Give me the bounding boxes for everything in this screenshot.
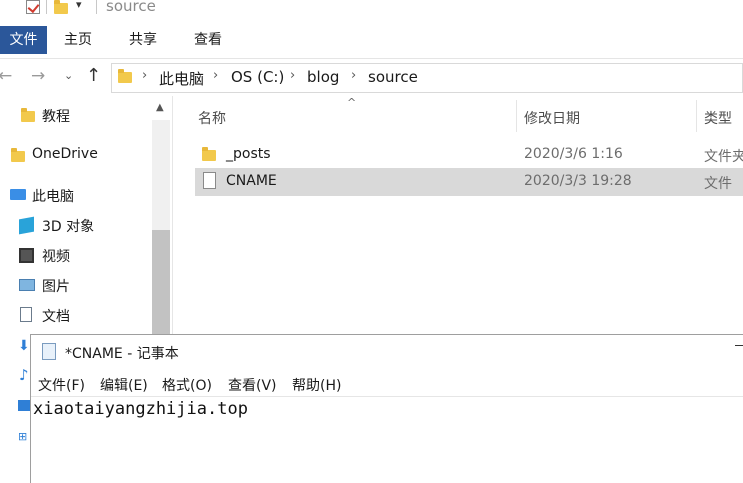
customize-toolbar-icon[interactable]: ▾ bbox=[76, 0, 82, 11]
window-title: source bbox=[106, 0, 156, 15]
menu-format[interactable]: 格式(O) bbox=[162, 375, 212, 395]
address-bar[interactable] bbox=[111, 63, 743, 93]
file-type: 文件夹 bbox=[704, 149, 743, 165]
3d-objects-icon bbox=[19, 216, 34, 235]
menu-file[interactable]: 文件(F) bbox=[38, 375, 85, 395]
scroll-up-arrow-icon[interactable]: ▲ bbox=[156, 102, 164, 113]
column-header-type[interactable]: 类型 bbox=[704, 108, 732, 128]
file-name[interactable]: _posts bbox=[226, 146, 271, 162]
breadcrumb-blog[interactable]: blog bbox=[307, 68, 339, 86]
file-type: 文件 bbox=[704, 176, 732, 192]
column-header-name[interactable]: 名称 bbox=[198, 108, 226, 128]
pictures-icon bbox=[19, 279, 35, 291]
menu-view[interactable]: 查看(V) bbox=[228, 375, 277, 395]
onedrive-folder-icon bbox=[11, 148, 25, 162]
column-divider[interactable] bbox=[696, 100, 697, 132]
file-icon bbox=[203, 172, 216, 189]
breadcrumb-source[interactable]: source bbox=[368, 68, 418, 86]
nav-item-videos[interactable]: 视频 bbox=[42, 246, 70, 266]
nav-item-documents[interactable]: 文档 bbox=[42, 306, 70, 326]
tab-file[interactable]: 文件 bbox=[0, 26, 47, 54]
minimize-button[interactable] bbox=[735, 345, 743, 346]
folder-icon bbox=[118, 69, 132, 83]
chevron-right-icon[interactable]: › bbox=[142, 68, 147, 83]
nav-item-this-pc[interactable]: 此电脑 bbox=[32, 186, 74, 206]
music-icon: ♪ bbox=[19, 366, 29, 384]
tab-share[interactable]: 共享 bbox=[129, 26, 157, 54]
forward-button[interactable]: → bbox=[31, 66, 45, 86]
divider bbox=[96, 0, 97, 14]
table-row-selected[interactable] bbox=[195, 168, 743, 196]
folder-icon bbox=[21, 108, 35, 122]
recent-locations-chevron-icon[interactable]: ⌄ bbox=[64, 69, 73, 82]
tab-home[interactable]: 主页 bbox=[64, 26, 92, 54]
up-button[interactable]: ↑ bbox=[86, 65, 101, 86]
scrollbar-thumb[interactable] bbox=[152, 230, 170, 334]
file-date: 2020/3/6 1:16 bbox=[524, 146, 623, 162]
nav-item-pictures[interactable]: 图片 bbox=[42, 276, 70, 296]
notepad-text-area[interactable]: xiaotaiyangzhijia.top bbox=[33, 399, 248, 419]
column-divider[interactable] bbox=[516, 100, 517, 132]
chevron-right-icon[interactable]: › bbox=[351, 68, 356, 83]
pane-divider bbox=[172, 96, 173, 336]
file-name[interactable]: CNAME bbox=[226, 173, 277, 189]
menu-edit[interactable]: 编辑(E) bbox=[100, 375, 148, 395]
folder-icon bbox=[202, 147, 216, 161]
downloads-icon: ⬇ bbox=[18, 338, 30, 354]
documents-icon bbox=[20, 307, 32, 322]
breadcrumb-os-c[interactable]: OS (C:) bbox=[231, 68, 284, 86]
nav-item-tutorial[interactable]: 教程 bbox=[42, 106, 70, 126]
nav-item-onedrive[interactable]: OneDrive bbox=[32, 146, 98, 162]
breadcrumb-this-pc[interactable]: 此电脑 bbox=[159, 68, 204, 89]
column-header-date[interactable]: 修改日期 bbox=[524, 108, 580, 128]
computer-icon bbox=[10, 189, 26, 200]
nav-item-3d-objects[interactable]: 3D 对象 bbox=[42, 216, 94, 236]
chevron-right-icon[interactable]: › bbox=[213, 68, 218, 83]
tab-view[interactable]: 查看 bbox=[194, 26, 222, 54]
windows-drive-icon: ⊞ bbox=[18, 430, 28, 443]
videos-icon bbox=[19, 248, 34, 263]
sort-ascending-icon: ^ bbox=[347, 96, 357, 109]
notepad-icon bbox=[42, 343, 56, 360]
file-date: 2020/3/3 19:28 bbox=[524, 173, 632, 189]
divider bbox=[46, 0, 47, 14]
menu-help[interactable]: 帮助(H) bbox=[292, 375, 341, 395]
chevron-right-icon[interactable]: › bbox=[290, 68, 295, 83]
menu-divider bbox=[31, 396, 743, 397]
properties-icon[interactable] bbox=[26, 0, 40, 14]
ribbon bbox=[0, 22, 743, 59]
back-button[interactable]: ← bbox=[0, 66, 12, 86]
notepad-title: *CNAME - 记事本 bbox=[65, 346, 179, 362]
new-folder-icon[interactable] bbox=[54, 0, 68, 14]
